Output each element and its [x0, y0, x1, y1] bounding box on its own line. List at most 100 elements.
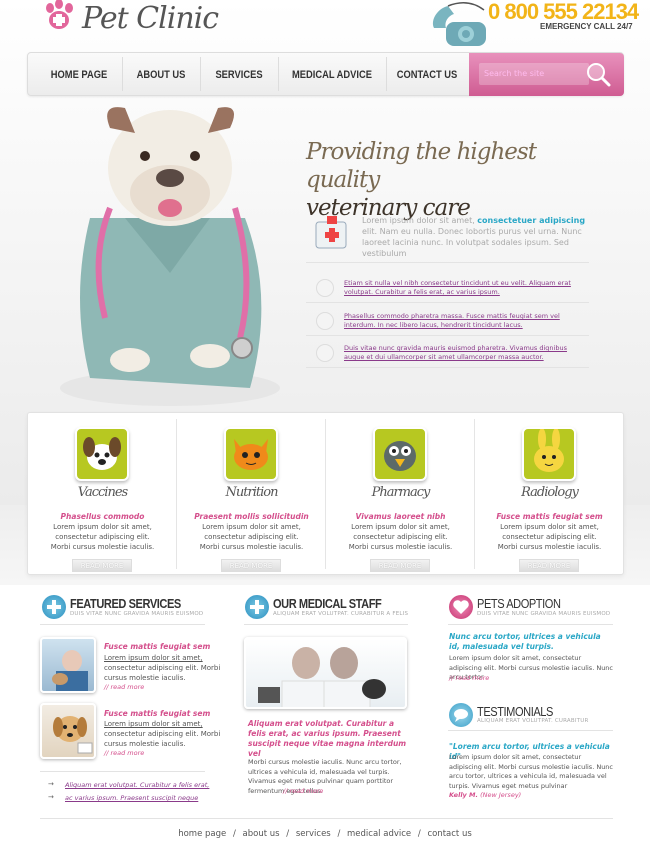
services-panel: Vaccines Phasellus commodo Lorem ipsum d… — [27, 412, 624, 575]
read-more-button[interactable]: READ MORE — [519, 559, 579, 572]
featured-item-link[interactable]: Lorem ipsum dolor sit amet, — [104, 654, 203, 662]
phone-number[interactable]: 0 800 555 22134 — [488, 0, 639, 24]
emergency-label: EMERGENCY CALL 24/7 — [540, 22, 633, 31]
nav-services[interactable]: SERVICES — [207, 53, 272, 95]
footer-link-about[interactable]: about us — [243, 829, 280, 839]
plus-icon — [42, 595, 66, 619]
nav-divider — [386, 57, 387, 91]
logo[interactable]: Pet Clinic — [42, 0, 219, 36]
nav-contact[interactable]: CONTACT US — [393, 53, 461, 95]
service-nutrition: Nutrition Praesent mollis sollicitudin L… — [177, 413, 326, 574]
testimonials-subheading: ALIQUAM ERAT VOLUTPAT. CURABITUR — [477, 718, 589, 724]
service-title[interactable]: Nutrition — [177, 485, 326, 500]
service-subtitle: Phasellus commodo — [60, 512, 145, 521]
featured-item-line: consectetur adipiscing elit. Morbi — [104, 664, 221, 672]
service-title[interactable]: Pharmacy — [326, 485, 475, 500]
footer-separator: / — [417, 829, 421, 839]
bulldog-image — [60, 107, 280, 406]
nav-about[interactable]: ABOUT US — [129, 53, 194, 95]
divider — [306, 262, 589, 263]
clipboard-icon — [316, 344, 334, 362]
featured-item-title[interactable]: Fusce mattis feugiat sem — [104, 709, 210, 718]
bird-icon[interactable] — [373, 427, 427, 481]
plus-icon — [245, 595, 269, 619]
medical-kit-icon — [315, 216, 347, 249]
testimonial-location: (New Jersey) — [480, 791, 522, 799]
service-description: Lorem ipsum dolor sit amet, consectetur … — [199, 523, 304, 551]
hero-bullet[interactable]: Etiam sit nulla vel nibh consectetur tin… — [344, 279, 589, 297]
search-icon[interactable] — [585, 61, 611, 87]
staff-description: Morbi cursus molestie iaculis. Nunc arcu… — [248, 758, 402, 795]
service-pharmacy: Pharmacy Vivamus laoreet nibh Lorem ipsu… — [326, 413, 475, 574]
heart-icon — [449, 595, 473, 619]
footer-link-services[interactable]: services — [296, 829, 331, 839]
service-subtitle: Vivamus laoreet nibh — [355, 512, 446, 521]
read-more-link[interactable]: // read more — [104, 749, 144, 757]
hero-bullet[interactable]: Phasellus commodo pharetra massa. Fusce … — [344, 312, 589, 330]
footer-link-contact[interactable]: contact us — [427, 829, 471, 839]
featured-item-text: Lorem ipsum dolor sit amet, consectetur a… — [104, 719, 220, 749]
featured-link[interactable]: ac varius ipsum. Praesent suscipit neque — [65, 794, 198, 802]
nav-medical-advice[interactable]: MEDICAL ADVICE — [287, 53, 377, 95]
read-more-link[interactable]: // read more — [283, 787, 323, 795]
featured-item-link[interactable]: Lorem ipsum dolor sit amet, — [104, 720, 203, 728]
first-aid-icon — [316, 312, 334, 330]
featured-item-title[interactable]: Fusce mattis feugiat sem — [104, 642, 210, 651]
dog-icon[interactable] — [75, 427, 129, 481]
footer-nav: home page / about us / services / medica… — [0, 829, 650, 839]
paw-icon — [42, 0, 78, 36]
featured-thumbnail[interactable] — [40, 703, 96, 759]
nav-divider — [278, 57, 279, 91]
cat-icon[interactable] — [224, 427, 278, 481]
footer-separator: / — [232, 829, 236, 839]
service-description: Lorem ipsum dolor sit amet, consectetur … — [497, 523, 602, 551]
read-more-link[interactable]: // read more — [449, 674, 489, 682]
divider — [306, 335, 589, 336]
service-title[interactable]: Radiology — [475, 485, 624, 500]
staff-photo[interactable] — [244, 637, 407, 709]
nav-home[interactable]: HOME PAGE — [42, 53, 115, 95]
service-radiology: Radiology Fusce mattis feugiat sem Lorem… — [475, 413, 624, 574]
featured-item-line: cursus molestie iaculis. — [104, 740, 186, 748]
pets-adoption-subheading: DUIS VITAE NUNC GRAVIDA MAURIS EUISMOD — [477, 611, 611, 617]
footer-separator: / — [286, 829, 290, 839]
hero-headline-line1: Providing the highest quality — [306, 139, 537, 193]
rabbit-icon[interactable] — [522, 427, 576, 481]
stethoscope-icon — [316, 279, 334, 297]
speech-bubble-icon — [449, 703, 473, 727]
service-description: Lorem ipsum dolor sit amet, consectetur … — [50, 523, 155, 551]
divider — [448, 624, 613, 625]
search-input[interactable]: Search the site — [479, 63, 589, 85]
intro-text-highlight: consectetuer adipiscing — [477, 216, 586, 225]
footer-link-medical-advice[interactable]: medical advice — [347, 829, 411, 839]
intro-text-c: elit. Nam eu nulla. Donec lobortis purus… — [362, 227, 582, 258]
hero-headline: Providing the highest quality veterinary… — [306, 138, 606, 222]
read-more-link[interactable]: // read more — [104, 683, 144, 691]
footer-link-home[interactable]: home page — [178, 829, 226, 839]
intro-text-a: Lorem ipsum dolor sit amet, — [362, 216, 478, 225]
nav-divider — [200, 57, 201, 91]
featured-item-line: cursus molestie iaculis. — [104, 674, 186, 682]
featured-link[interactable]: Aliquam erat volutpat. Curabitur a felis… — [65, 781, 209, 789]
featured-services-subheading: DUIS VITAE NUNC GRAVIDA MAURIS EUISMOD — [70, 611, 204, 617]
testimonials-heading: TESTIMONIALS — [477, 704, 553, 719]
divider — [40, 771, 205, 772]
divider — [448, 730, 613, 731]
pets-adoption-heading: PETS ADOPTION — [477, 596, 561, 611]
phone-icon — [432, 2, 486, 46]
testimonial-byline: Kelly M. (New Jersey) — [449, 791, 521, 799]
read-more-button[interactable]: READ MORE — [221, 559, 281, 572]
hero-bullet[interactable]: Duis vitae nunc gravida mauris euismod p… — [344, 344, 589, 362]
read-more-button[interactable]: READ MORE — [370, 559, 430, 572]
featured-thumbnail[interactable] — [40, 637, 96, 693]
featured-services-heading: FEATURED SERVICES — [70, 596, 181, 611]
featured-item-text: Lorem ipsum dolor sit amet, consectetur a… — [104, 653, 220, 683]
divider — [306, 302, 589, 303]
service-subtitle: Praesent mollis sollicitudin — [194, 512, 309, 521]
divider — [244, 624, 408, 625]
staff-highlight: Aliquam erat volutpat. Curabitur a felis… — [248, 719, 407, 758]
medical-staff-heading: OUR MEDICAL STAFF — [273, 596, 382, 611]
service-subtitle: Fusce mattis feugiat sem — [496, 512, 603, 521]
service-title[interactable]: Vaccines — [28, 485, 177, 500]
read-more-button[interactable]: READ MORE — [72, 559, 132, 572]
